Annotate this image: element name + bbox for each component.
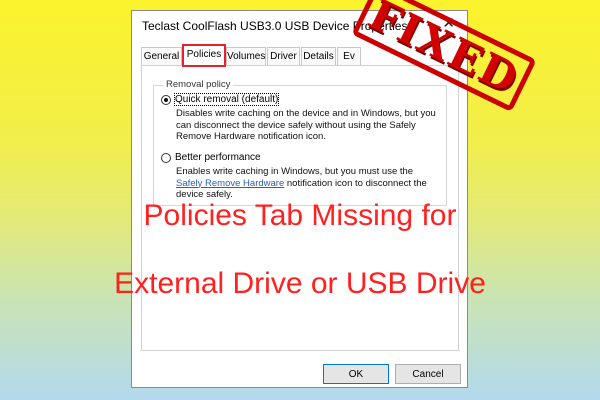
better-performance-option[interactable]: Better performance <box>161 152 261 163</box>
safely-remove-hardware-link[interactable]: Safely Remove Hardware <box>176 178 284 189</box>
better-performance-description: Enables write caching in Windows, but yo… <box>176 166 442 201</box>
removal-policy-legend: Removal policy <box>163 79 234 90</box>
quick-removal-description: Disables write caching on the device and… <box>176 108 436 142</box>
quick-removal-label[interactable]: Quick removal (default) <box>173 93 280 106</box>
tab-policies[interactable]: Policies <box>182 44 226 67</box>
quick-removal-radio[interactable] <box>161 94 171 105</box>
better-performance-desc-start: Enables write caching in Windows, but yo… <box>176 166 414 177</box>
tab-volumes[interactable]: Volumes <box>226 47 266 65</box>
tab-details[interactable]: Details <box>301 47 336 65</box>
tab-driver[interactable]: Driver <box>267 47 300 65</box>
better-performance-radio[interactable] <box>161 152 171 163</box>
headline-line-1: Policies Tab Missing for <box>143 199 457 232</box>
quick-removal-option[interactable]: Quick removal (default) <box>161 93 280 106</box>
removal-policy-group: Removal policy Quick removal (default) D… <box>153 79 447 206</box>
cancel-button[interactable]: Cancel <box>395 364 461 384</box>
tab-general[interactable]: General <box>141 47 182 65</box>
better-performance-label[interactable]: Better performance <box>175 152 261 163</box>
headline-line-2: External Drive or USB Drive <box>114 267 486 300</box>
ok-button[interactable]: OK <box>323 364 389 384</box>
tab-events[interactable]: Ev <box>337 47 361 65</box>
